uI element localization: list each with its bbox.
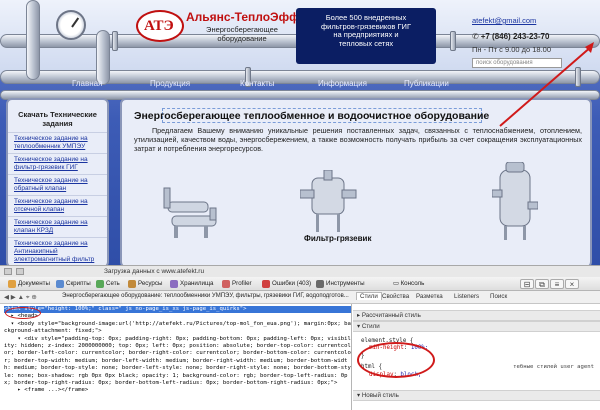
css-declaration[interactable]: min-height: 100%; <box>361 345 592 352</box>
new-style-section[interactable]: ▾ Новый стиль <box>353 390 600 402</box>
tab-storage[interactable]: Хранилища <box>170 279 213 289</box>
devtools-toolbar: Документы Скрипты Сеть Ресурсы Хранилища… <box>0 277 600 291</box>
sidebar-link[interactable]: Техническое задание на клапан КРЗД <box>8 216 107 237</box>
pipe-flange <box>450 31 456 51</box>
nav-contacts[interactable]: Контакты <box>240 79 275 88</box>
tab-errors[interactable]: Ошибки (403) <box>262 279 311 289</box>
dom-tree-panel[interactable]: <html style="height: 100%;" class=" js n… <box>0 304 352 410</box>
tab-listeners[interactable]: Listeners <box>454 293 479 300</box>
sidebar-link[interactable]: Техническое задание на отсечной клапан <box>8 195 107 216</box>
nav-products[interactable]: Продукция <box>150 79 190 88</box>
tab-styles[interactable]: Стили <box>356 292 382 300</box>
dom-node[interactable]: ▸ <head> <box>4 313 351 320</box>
css-rule-element[interactable]: element.style { min-height: 100%; } <box>353 332 600 361</box>
sidebar-title: Скачать Технические задания <box>18 110 97 128</box>
sidebar-link[interactable]: Техническое задание на Антинакипный элек… <box>8 237 107 265</box>
css-rule-html[interactable]: html { тебные стилей user agent display:… <box>353 363 600 380</box>
main-content: Энергосберегающее теплообменное и водооч… <box>120 98 592 265</box>
main-title: Энергосберегающее теплообменное и водооч… <box>134 110 490 122</box>
sidebar: Скачать Технические задания Техническое … <box>6 98 109 265</box>
pressure-gauge-icon <box>56 10 86 40</box>
devtools-window-controls: ⊟ ⧉ ≡ × <box>520 279 580 289</box>
site-nav: Главная Продукция Контакты Информация Пу… <box>0 78 600 92</box>
dom-node[interactable]: ▾ <div style="padding-top: 0px; padding-… <box>4 336 351 388</box>
main-text: Предлагаем Вашему вниманию уникальные ре… <box>134 126 582 154</box>
css-value: block; <box>400 371 422 378</box>
pipe-flange <box>112 31 118 51</box>
css-property: min-height <box>369 345 404 352</box>
logo-text: АТЭ <box>144 18 174 34</box>
css-declaration[interactable]: display: block; <box>361 372 592 379</box>
tab-properties[interactable]: Свойства <box>382 293 409 300</box>
computed-style-label: Рассчитанный стиль <box>361 312 421 319</box>
css-selector: element.style { <box>361 338 414 344</box>
dock-icon[interactable] <box>16 268 24 275</box>
site-search-input[interactable]: поиск оборудования <box>472 58 562 68</box>
undock-icon[interactable]: ⧉ <box>535 279 549 289</box>
tab-resources[interactable]: Ресурсы <box>128 279 162 289</box>
css-rule-close: } <box>361 352 365 359</box>
inspect-icon[interactable] <box>4 268 12 275</box>
tab-documents[interactable]: Документы <box>8 279 50 289</box>
console-icon: ▭ <box>393 280 401 287</box>
phone-number: ✆ +7 (846) 243-23-70 <box>472 32 549 41</box>
css-styles-panel: ▸ Рассчитанный стиль ▾ Стили element.sty… <box>353 304 600 410</box>
pipe-decoration <box>96 30 110 85</box>
menu-icon[interactable]: ≡ <box>550 279 564 289</box>
email-link[interactable]: atefekt@gmail.com <box>472 16 536 25</box>
promo-text: Более 500 внедренных фильтров-грязевиков… <box>320 13 412 48</box>
styles-label: Стили <box>361 323 380 330</box>
phone-text: +7 (846) 243-23-70 <box>480 32 550 41</box>
tab-scripts[interactable]: Скрипты <box>56 279 91 289</box>
tab-search[interactable]: Поиск <box>490 293 507 300</box>
css-source: тебные стилей user agent <box>513 364 594 371</box>
breadcrumb-title: Энергосберегающее оборудование: теплообм… <box>62 293 349 299</box>
sidebar-link[interactable]: Техническое задание на теплообменник УМП… <box>8 132 107 153</box>
promo-banner: Более 500 внедренных фильтров-грязевиков… <box>296 8 436 64</box>
dock-bottom-icon[interactable]: ⊟ <box>520 279 534 289</box>
water-filter-image[interactable] <box>492 162 538 242</box>
status-bar: Загрузка данных с www.atefekt.ru <box>0 265 600 277</box>
pipe-decoration <box>26 0 40 80</box>
breadcrumb: ◀ ▶ ▲ ⌖ ⊕ Энергосберегающее оборудование… <box>0 291 352 304</box>
company-subtitle: Энергосберегающее оборудование <box>206 25 278 43</box>
tab-profiler[interactable]: Profiler <box>222 279 252 289</box>
company-logo[interactable]: АТЭ <box>136 10 184 42</box>
dom-node[interactable]: ▾ <body style="background-image:url('htt… <box>4 321 351 336</box>
mud-filter-image[interactable] <box>300 170 360 236</box>
css-value: 100%; <box>410 345 429 352</box>
phone-icon: ✆ <box>472 32 479 41</box>
css-tabs: Стили Свойства Разметка Listeners Поиск <box>352 291 600 304</box>
styles-section[interactable]: ▾ Стили <box>353 321 600 332</box>
product-label: Фильтр-грязевик <box>304 234 372 243</box>
dom-node[interactable]: ▸ <frame ...></frame> <box>4 387 351 394</box>
computed-style-section[interactable]: ▸ Рассчитанный стиль <box>353 310 600 321</box>
css-property: display <box>369 371 394 378</box>
tab-layout[interactable]: Разметка <box>416 293 443 300</box>
tab-tools[interactable]: Инструменты <box>316 279 365 289</box>
new-style-label: Новый стиль <box>361 392 399 400</box>
nav-publications[interactable]: Публикации <box>404 79 449 88</box>
sidebar-link[interactable]: Техническое задание на фильтр-грязевик Г… <box>8 153 107 174</box>
console-button[interactable]: ▭ Консоль <box>393 279 424 289</box>
dom-nav-buttons[interactable]: ◀ ▶ ▲ ⌖ ⊕ <box>4 293 37 302</box>
nav-info[interactable]: Информация <box>318 79 367 88</box>
tab-network[interactable]: Сеть <box>96 279 120 289</box>
heat-exchanger-image[interactable] <box>160 182 230 242</box>
website-viewport: АТЭ Альянс-ТеплоЭффект Энергосберегающее… <box>0 0 600 265</box>
console-label: Консоль <box>400 280 425 287</box>
dom-node-selected[interactable]: <html style="height: 100%;" class=" js n… <box>4 306 351 314</box>
status-text: Загрузка данных с www.atefekt.ru <box>104 268 205 275</box>
close-icon[interactable]: × <box>565 279 579 289</box>
nav-home[interactable]: Главная <box>72 79 102 88</box>
sidebar-link[interactable]: Техническое задание на обратный клапан <box>8 174 107 195</box>
working-hours: Пн - Пт с 9.00 до 18.00 <box>472 45 552 54</box>
